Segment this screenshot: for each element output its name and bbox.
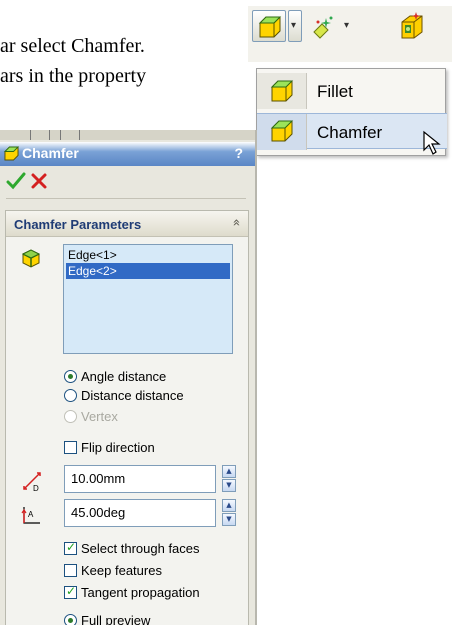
- radio-label: Full preview: [81, 613, 151, 625]
- chamfer-parameters-group: Chamfer Parameters « Edge<1> Edge<2> Ang…: [5, 210, 249, 625]
- property-manager-titlebar: Chamfer ?: [0, 142, 255, 166]
- cancel-x-icon[interactable]: [30, 172, 48, 190]
- checkbox-label: Tangent propagation: [81, 585, 200, 600]
- checkbox-icon: [64, 441, 77, 454]
- collapse-icon[interactable]: «: [229, 219, 244, 227]
- radio-icon: [64, 614, 77, 625]
- distance-spinner[interactable]: ▲ ▼: [222, 465, 236, 493]
- fillet-toolbar-button[interactable]: [252, 10, 286, 42]
- distance-icon: D: [23, 472, 41, 493]
- fillet-icon: [258, 16, 282, 38]
- menu-item-label: Chamfer: [317, 123, 383, 142]
- group-title: Chamfer Parameters: [14, 217, 142, 232]
- chevron-down-icon: ▾: [291, 20, 297, 31]
- edges-selection-list[interactable]: Edge<1> Edge<2>: [63, 244, 233, 354]
- sparkle-feature-icon[interactable]: [310, 14, 336, 40]
- checkbox-icon: [64, 584, 77, 599]
- angle-distance-radio[interactable]: Angle distance: [64, 369, 166, 384]
- list-item[interactable]: Edge<2>: [66, 263, 230, 279]
- radio-label: Angle distance: [81, 369, 167, 384]
- full-preview-radio[interactable]: Full preview: [64, 613, 150, 625]
- spin-down-icon[interactable]: ▼: [222, 479, 236, 492]
- menu-item-label: Fillet: [317, 82, 353, 101]
- distance-input[interactable]: 10.00mm: [64, 465, 216, 493]
- document-text-line2: ars in the property: [0, 65, 147, 87]
- chamfer-icon: [270, 120, 294, 142]
- svg-text:D: D: [33, 484, 39, 493]
- fillet-icon: [270, 80, 294, 102]
- radio-icon: [64, 410, 77, 423]
- checkbox-icon: [64, 540, 77, 555]
- distance-distance-radio[interactable]: Distance distance: [64, 388, 184, 403]
- checkbox-label: Select through faces: [81, 541, 200, 556]
- spin-up-icon[interactable]: ▲: [222, 499, 236, 512]
- angle-spinner[interactable]: ▲ ▼: [222, 499, 236, 527]
- ok-cancel-row: [0, 168, 255, 194]
- chamfer-icon: [3, 146, 20, 161]
- chevron-down-icon[interactable]: ▾: [344, 20, 349, 31]
- checkbox-icon: [64, 564, 77, 577]
- angle-icon: A: [21, 507, 40, 524]
- checkbox-label: Keep features: [81, 563, 162, 578]
- shell-feature-icon[interactable]: [398, 10, 426, 40]
- radio-icon: [64, 370, 77, 383]
- fillet-dropdown-menu: Fillet Chamfer: [256, 68, 447, 156]
- fillet-dropdown-button[interactable]: ▾: [288, 10, 302, 42]
- chamfer-property-manager: Chamfer ? Chamfer Parameters « Edge<1> E…: [0, 130, 257, 625]
- property-manager-tabs[interactable]: [0, 130, 255, 140]
- document-text-line1: ar select Chamfer.: [0, 35, 145, 57]
- tangent-propagation-checkbox[interactable]: Tangent propagation: [64, 584, 200, 600]
- select-through-faces-checkbox[interactable]: Select through faces: [64, 540, 200, 556]
- features-toolbar: ▾ ▾: [248, 6, 452, 62]
- mouse-cursor-icon: [423, 130, 441, 155]
- edge-selection-icon: [21, 249, 41, 268]
- list-item[interactable]: Edge<1>: [66, 247, 230, 263]
- flip-direction-checkbox[interactable]: Flip direction: [64, 440, 155, 455]
- divider: [6, 198, 246, 199]
- help-button[interactable]: ?: [234, 145, 243, 161]
- spin-down-icon[interactable]: ▼: [222, 513, 236, 526]
- radio-label: Vertex: [81, 409, 118, 424]
- radio-label: Distance distance: [81, 388, 184, 403]
- radio-icon: [64, 389, 77, 402]
- group-header[interactable]: Chamfer Parameters «: [6, 211, 248, 237]
- menu-item-fillet[interactable]: Fillet: [257, 73, 447, 109]
- angle-input[interactable]: 45.00deg: [64, 499, 216, 527]
- property-manager-title: Chamfer: [22, 145, 79, 161]
- svg-text:A: A: [28, 510, 34, 519]
- spin-up-icon[interactable]: ▲: [222, 465, 236, 478]
- menu-item-chamfer[interactable]: Chamfer: [257, 113, 447, 150]
- ok-check-icon[interactable]: [6, 172, 26, 190]
- checkbox-label: Flip direction: [81, 440, 155, 455]
- keep-features-checkbox[interactable]: Keep features: [64, 563, 162, 578]
- vertex-radio: Vertex: [64, 409, 118, 424]
